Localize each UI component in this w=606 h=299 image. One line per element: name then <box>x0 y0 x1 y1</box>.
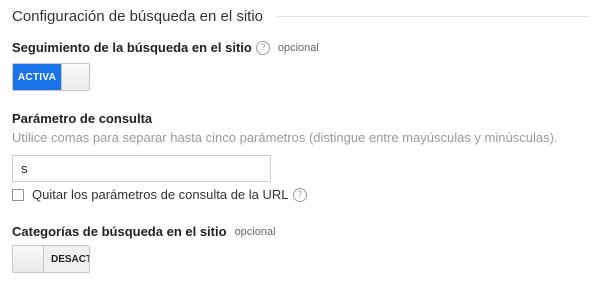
query-parameter-label: Parámetro de consulta <box>12 111 153 126</box>
strip-query-params-checkbox[interactable] <box>12 188 24 201</box>
toggle-on-label: ACTIVA <box>13 64 61 90</box>
toggle-knob <box>13 246 44 272</box>
strip-query-params-row: Quitar los parámetros de consulta de la … <box>12 187 307 202</box>
optional-label: opcional <box>234 225 276 238</box>
site-search-categories-toggle[interactable]: DESACT <box>12 245 90 273</box>
toggle-off-label: DESACT <box>44 246 89 272</box>
query-parameter-description: Utilice comas para separar hasta cinco p… <box>12 130 558 145</box>
section-divider <box>277 15 590 17</box>
toggle-knob <box>61 64 89 90</box>
site-search-categories-label-row: Categorías de búsqueda en el sitio opcio… <box>12 224 276 239</box>
section-header: Configuración de búsqueda en el sitio <box>12 6 602 26</box>
query-parameter-label-row: Parámetro de consulta <box>12 111 152 126</box>
site-search-settings-panel: Configuración de búsqueda en el sitio Se… <box>0 0 606 299</box>
site-search-tracking-label-row: Seguimiento de la búsqueda en el sitio ?… <box>12 40 319 55</box>
question-circle-icon[interactable]: ? <box>292 187 307 202</box>
optional-label: opcional <box>277 41 319 54</box>
strip-query-params-label[interactable]: Quitar los parámetros de consulta de la … <box>32 187 289 202</box>
site-search-tracking-label: Seguimiento de la búsqueda en el sitio <box>12 40 252 55</box>
site-search-tracking-toggle[interactable]: ACTIVA <box>12 63 90 91</box>
section-title: Configuración de búsqueda en el sitio <box>12 7 264 25</box>
question-circle-icon[interactable]: ? <box>255 40 270 55</box>
site-search-categories-label: Categorías de búsqueda en el sitio <box>12 224 227 239</box>
query-parameter-input[interactable] <box>12 155 271 182</box>
